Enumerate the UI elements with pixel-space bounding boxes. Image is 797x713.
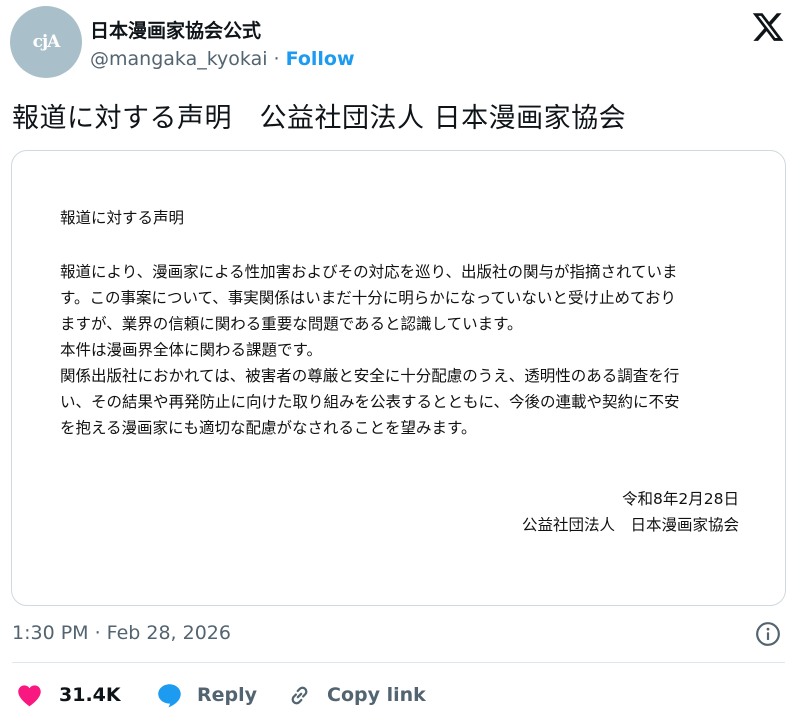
reply-label: Reply (197, 684, 258, 706)
follow-button[interactable]: Follow (286, 48, 355, 70)
avatar-logo-text: cjA (32, 32, 61, 52)
tweet-text: 報道に対する声明 公益社団法人 日本漫画家協会 (12, 103, 627, 134)
like-count: 31.4K (59, 684, 121, 706)
link-icon (291, 686, 308, 704)
info-icon[interactable] (755, 621, 781, 647)
handle-row: @mangaka_kyokai · Follow (90, 48, 355, 70)
document-title: 報道に対する声明 (60, 209, 185, 227)
reply-button[interactable]: Reply (156, 678, 257, 712)
document-date: 令和8年2月28日 (622, 490, 739, 508)
display-name[interactable]: 日本漫画家協会公式 (90, 16, 261, 43)
divider (12, 662, 785, 663)
tweet-header: cjA 日本漫画家協会公式 @mangaka_kyokai · Follow (10, 6, 787, 78)
x-logo-icon[interactable] (751, 10, 785, 44)
copy-link-button[interactable]: Copy link (286, 678, 426, 712)
tweet-timestamp[interactable]: 1:30 PM · Feb 28, 2026 (12, 622, 231, 644)
statement-image-card[interactable]: 報道に対する声明 報道により、漫画家による性加害およびその対応を巡り、出版社の関… (11, 150, 786, 606)
document-line: す。この事案について、事実関係はいまだ十分に明らかになっていないと受け止めており (60, 289, 676, 307)
document-line: 報道により、漫画家による性加害およびその対応を巡り、出版社の関与が指摘されていま (60, 263, 678, 281)
handle[interactable]: @mangaka_kyokai (90, 48, 268, 70)
action-bar: 31.4K Reply Copy link (0, 678, 797, 712)
copy-link-label: Copy link (327, 684, 426, 706)
document-organization: 公益社団法人 日本漫画家協会 (521, 516, 739, 534)
document-body: 報道により、漫画家による性加害およびその対応を巡り、出版社の関与が指摘されていま… (60, 259, 750, 441)
avatar[interactable]: cjA (10, 6, 82, 78)
document-line: い、その結果や再発防止に向けた取り組みを公表するとともに、今後の連載や契約に不安 (60, 393, 680, 411)
heart-icon (18, 684, 41, 706)
speech-bubble-icon (158, 683, 181, 707)
document-line: 関係出版社におかれては、被害者の尊厳と安全に十分配慮のうえ、透明性のある調査を行 (60, 367, 680, 385)
like-button[interactable]: 31.4K (16, 678, 121, 712)
separator-dot: · (273, 48, 280, 70)
document-line: を抱える漫画家にも適切な配慮がなされることを望みます。 (60, 419, 477, 437)
document-line: 本件は漫画界全体に関わる課題です。 (60, 341, 322, 359)
document-line: ますが、業界の信頼に関わる重要な問題であると認識しています。 (60, 315, 523, 333)
